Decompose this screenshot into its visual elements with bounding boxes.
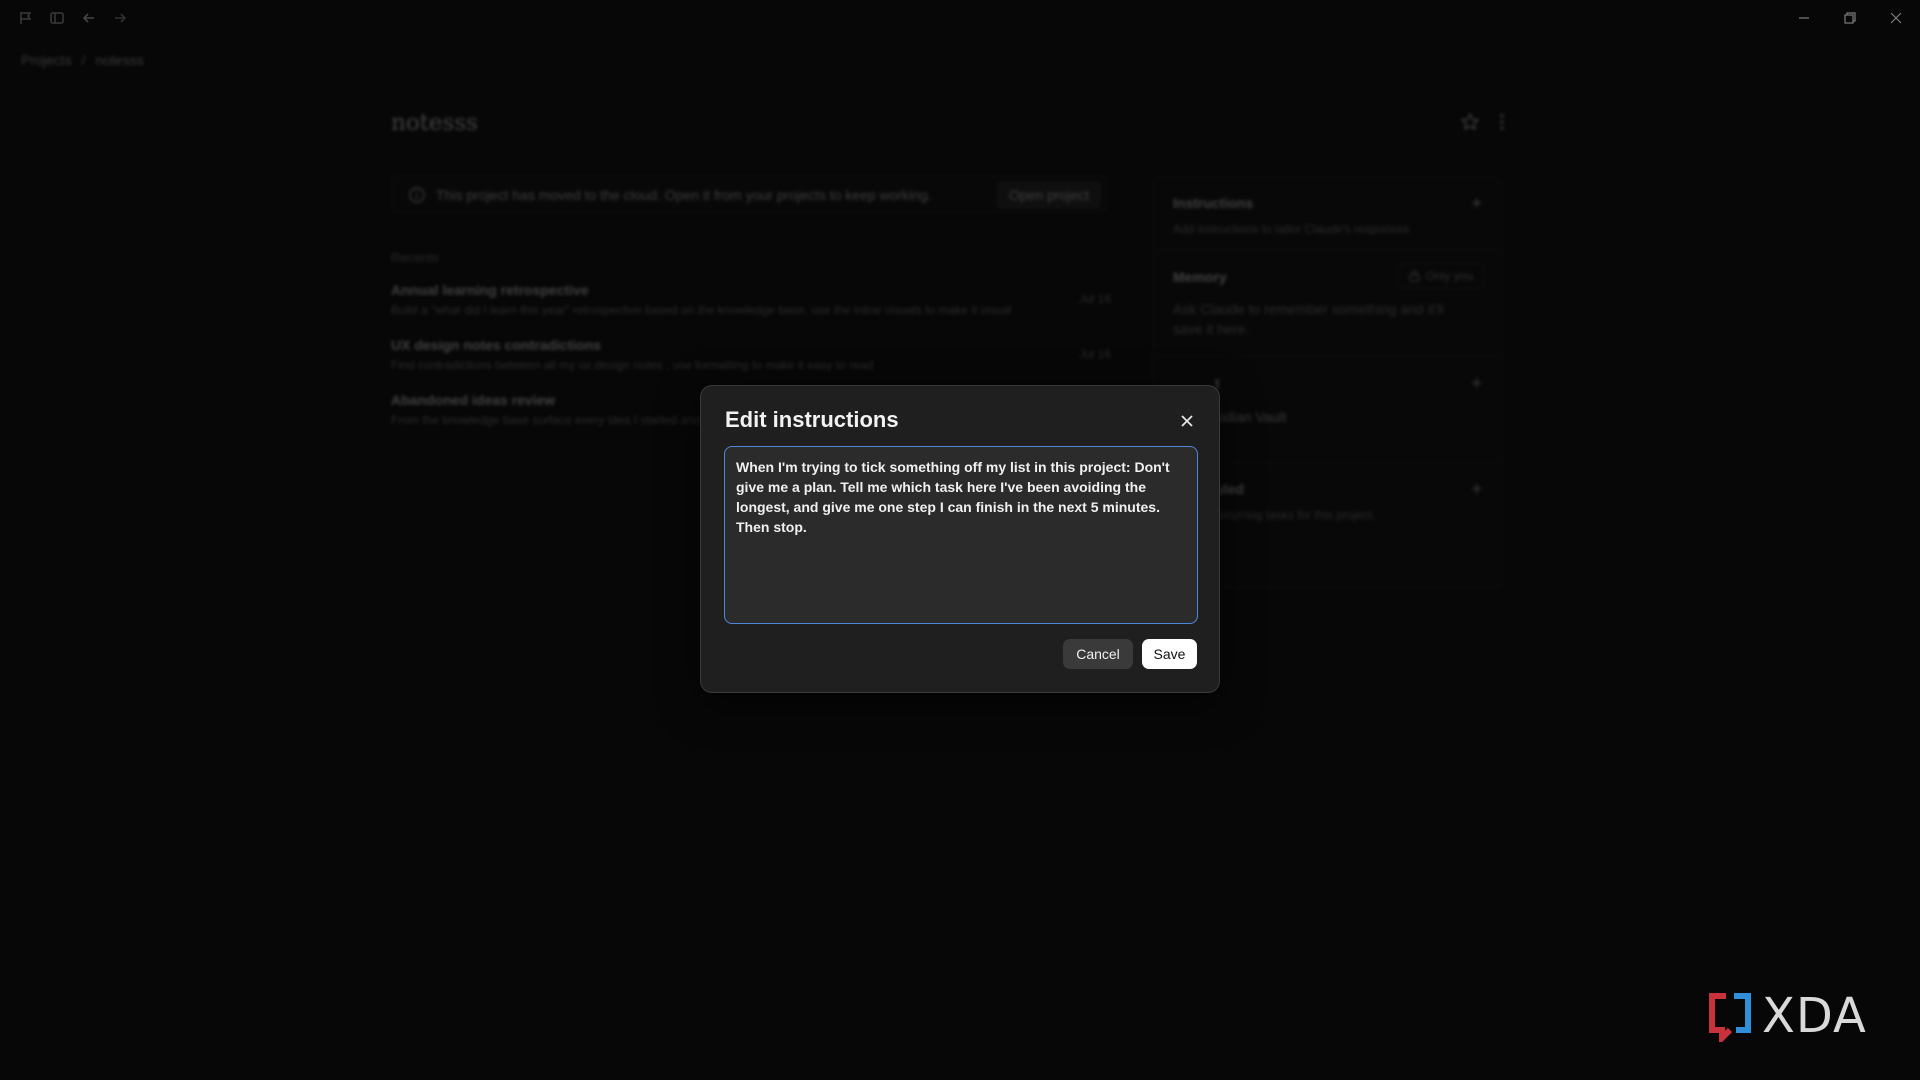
save-button[interactable]: Save (1142, 639, 1197, 669)
close-icon[interactable] (1176, 410, 1198, 432)
instructions-textarea[interactable] (724, 446, 1198, 624)
xda-logo-icon (1709, 993, 1751, 1042)
app-window: Projects / notesss notesss This project … (0, 0, 1920, 1080)
edit-instructions-dialog: Edit instructions Cancel Save (700, 385, 1220, 693)
dialog-title: Edit instructions (725, 407, 899, 432)
cancel-button[interactable]: Cancel (1063, 639, 1133, 669)
xda-watermark: XDA (1706, 988, 1886, 1044)
watermark-text: XDA (1762, 988, 1867, 1044)
